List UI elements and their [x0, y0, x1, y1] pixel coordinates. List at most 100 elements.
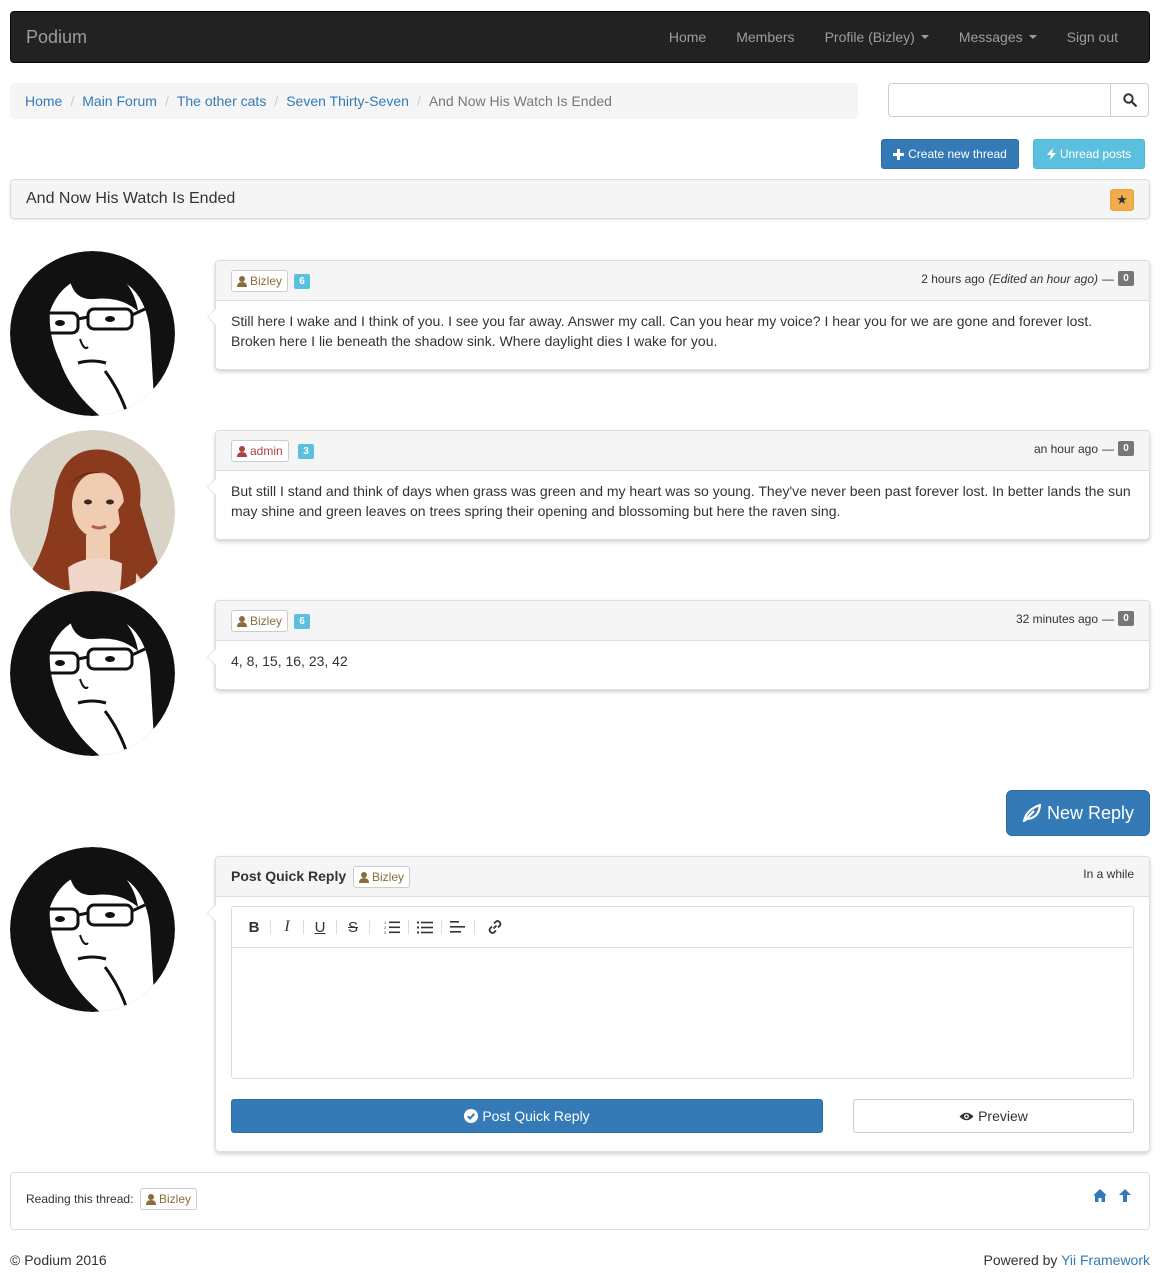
- post-time: an hour ago: [1033, 441, 1098, 456]
- search-input[interactable]: [888, 83, 1110, 117]
- strikethrough-button[interactable]: S: [339, 913, 367, 941]
- toolbar-divider: [336, 920, 337, 934]
- new-reply-label: New Reply: [1046, 802, 1135, 823]
- photo-avatar-icon: [10, 430, 175, 595]
- bullet-list-button[interactable]: [411, 913, 439, 941]
- reader-badge[interactable]: Bizley: [140, 1188, 198, 1210]
- post-quick-reply-button[interactable]: Post Quick Reply: [231, 1099, 823, 1133]
- powered-prefix: Powered by: [983, 1252, 1062, 1268]
- author-badge[interactable]: Bizley: [231, 610, 289, 632]
- author-name: Bizley: [372, 870, 405, 884]
- footer-copyright: © Podium 2016: [10, 1252, 107, 1268]
- meta-dash: —: [1102, 611, 1114, 626]
- user-icon: [237, 445, 247, 457]
- sketch-avatar-icon: [10, 591, 175, 756]
- toolbar-divider: [441, 920, 442, 934]
- post-panel: Bizley 6 2 hours ago (Edited an hour ago…: [207, 260, 1150, 370]
- reading-panel: Reading this thread: Bizley: [10, 1172, 1150, 1230]
- author-badge[interactable]: Bizley: [353, 866, 411, 888]
- star-icon: ★: [1116, 192, 1128, 207]
- meta-dash: —: [1102, 271, 1114, 286]
- breadcrumb-separator: /: [416, 93, 421, 109]
- author-name: admin: [250, 444, 283, 458]
- home-icon: [1093, 1189, 1107, 1202]
- toolbar-divider: [270, 920, 271, 934]
- unread-posts-button[interactable]: Unread posts: [1033, 139, 1145, 169]
- eye-icon: [959, 1112, 974, 1120]
- meta-dash: —: [1102, 441, 1114, 456]
- reply-editor-area[interactable]: [232, 948, 1133, 1078]
- italic-button[interactable]: I: [273, 913, 301, 941]
- ordered-list-icon: 123: [384, 920, 400, 934]
- toolbar-divider: [303, 920, 304, 934]
- home-link[interactable]: [1093, 1189, 1107, 1205]
- search-button[interactable]: [1110, 83, 1149, 117]
- thread-header: And Now His Watch Is Ended ★: [10, 179, 1150, 219]
- author-name: Bizley: [250, 614, 283, 628]
- arrow-up-icon: [1119, 1189, 1131, 1202]
- post-time: 2 hours ago: [921, 271, 985, 286]
- sketch-avatar-icon: [10, 251, 175, 416]
- nav-profile-dropdown[interactable]: Profile (Bizley): [810, 29, 944, 45]
- post-panel: Bizley 6 32 minutes ago — 0 4, 8, 15, 16…: [207, 600, 1150, 690]
- like-count-button[interactable]: 0: [1118, 271, 1134, 286]
- brand-link[interactable]: Podium: [26, 27, 87, 48]
- post-edited: (Edited an hour ago): [988, 271, 1098, 286]
- subscribe-star-button[interactable]: ★: [1110, 189, 1134, 211]
- breadcrumb-home[interactable]: Home: [25, 93, 62, 109]
- create-new-thread-label: Create new thread: [908, 147, 1007, 161]
- post-header: admin 3 an hour ago — 0: [216, 431, 1149, 471]
- strikethrough-icon: S: [347, 918, 358, 936]
- toolbar-divider: [408, 920, 409, 934]
- create-new-thread-button[interactable]: Create new thread: [881, 139, 1019, 169]
- breadcrumb-current: And Now His Watch Is Ended: [428, 93, 612, 109]
- bold-button[interactable]: B: [240, 913, 268, 941]
- underline-button[interactable]: U: [306, 913, 334, 941]
- avatar: [10, 591, 175, 756]
- scroll-top-link[interactable]: [1119, 1189, 1131, 1205]
- editor-toolbar: B I U S 123: [232, 907, 1133, 948]
- thread-title: And Now His Watch Is Ended: [26, 190, 236, 207]
- reader-name: Bizley: [159, 1192, 192, 1206]
- ordered-list-button[interactable]: 123: [378, 913, 406, 941]
- underline-icon: U: [314, 918, 326, 936]
- caret-down-icon: [920, 35, 929, 39]
- italic-icon: I: [284, 918, 290, 935]
- nav-members[interactable]: Members: [721, 29, 809, 45]
- author-badge[interactable]: admin: [231, 440, 289, 462]
- post-meta: 2 hours ago (Edited an hour ago) — 0: [921, 271, 1134, 286]
- link-button[interactable]: [481, 913, 509, 941]
- align-left-icon: [450, 921, 465, 933]
- check-circle-icon: [464, 1109, 479, 1123]
- leaf-icon: [1022, 804, 1042, 822]
- preview-button[interactable]: Preview: [853, 1099, 1134, 1133]
- post-meta: an hour ago — 0: [1034, 441, 1134, 456]
- plus-icon: [893, 148, 905, 160]
- breadcrumb-separator: /: [164, 93, 169, 109]
- nav-label: Messages: [958, 29, 1023, 45]
- nav-sign-out[interactable]: Sign out: [1052, 29, 1133, 45]
- author-name: Bizley: [250, 274, 283, 288]
- footer-powered: Powered by Yii Framework: [983, 1252, 1150, 1268]
- bold-icon: B: [248, 918, 260, 936]
- navbar: Podium Home Members Profile (Bizley) Mes…: [10, 11, 1150, 63]
- nav-menu: Home Members Profile (Bizley) Messages S…: [654, 12, 1133, 62]
- author-badge[interactable]: Bizley: [231, 270, 289, 292]
- yii-framework-link[interactable]: Yii Framework: [1061, 1252, 1150, 1268]
- post-count-badge: 6: [294, 274, 310, 289]
- like-count-button[interactable]: 0: [1118, 441, 1134, 456]
- user-icon: [237, 275, 247, 287]
- post-time: 32 minutes ago: [1015, 611, 1098, 626]
- post-header: Bizley 6 2 hours ago (Edited an hour ago…: [216, 261, 1149, 301]
- toolbar-divider: [369, 920, 370, 934]
- align-left-button[interactable]: [444, 913, 472, 941]
- avatar: [10, 430, 175, 595]
- breadcrumb-seven-thirty-seven[interactable]: Seven Thirty-Seven: [286, 93, 409, 109]
- like-count-button[interactable]: 0: [1118, 611, 1134, 626]
- nav-home[interactable]: Home: [654, 29, 721, 45]
- preview-label: Preview: [978, 1108, 1028, 1124]
- nav-messages-dropdown[interactable]: Messages: [944, 29, 1052, 45]
- breadcrumb-the-other-cats[interactable]: The other cats: [177, 93, 267, 109]
- breadcrumb-main-forum[interactable]: Main Forum: [82, 93, 157, 109]
- new-reply-button[interactable]: New Reply: [1006, 790, 1150, 836]
